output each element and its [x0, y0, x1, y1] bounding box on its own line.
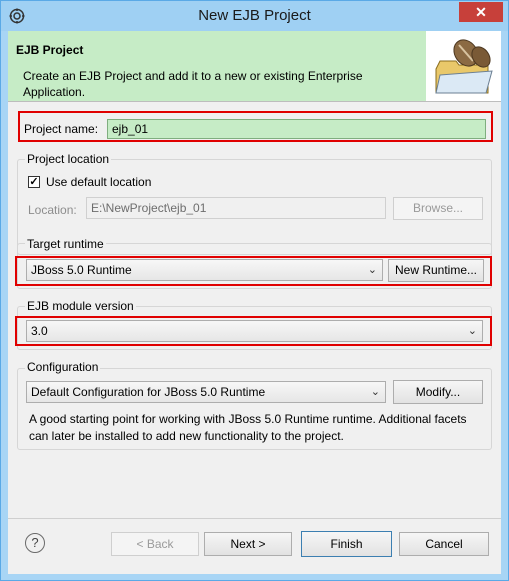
close-icon[interactable]: ✕ — [459, 2, 503, 22]
finish-button[interactable]: Finish — [301, 531, 392, 557]
configuration-selected-value: Default Configuration for JBoss 5.0 Runt… — [31, 385, 266, 399]
project-name-input[interactable]: ejb_01 — [107, 119, 486, 139]
new-runtime-button[interactable]: New Runtime... — [388, 259, 484, 282]
target-runtime-select[interactable]: JBoss 5.0 Runtime ⌄ — [26, 259, 383, 281]
location-label: Location: — [28, 203, 77, 217]
banner-title: EJB Project — [16, 43, 84, 57]
dialog-content: EJB Project Create an EJB Project and ad… — [8, 31, 501, 574]
browse-button[interactable]: Browse... — [393, 197, 483, 220]
project-location-legend: Project location — [25, 152, 112, 166]
footer-separator — [8, 518, 501, 519]
target-runtime-legend: Target runtime — [25, 237, 106, 251]
modify-button[interactable]: Modify... — [393, 380, 483, 404]
wizard-banner: EJB Project Create an EJB Project and ad… — [8, 31, 501, 102]
back-button[interactable]: < Back — [111, 532, 199, 556]
dialog-window: New EJB Project ✕ EJB Project Create an … — [0, 0, 509, 581]
configuration-select[interactable]: Default Configuration for JBoss 5.0 Runt… — [26, 381, 386, 403]
configuration-legend: Configuration — [25, 360, 101, 374]
chevron-down-icon: ⌄ — [467, 325, 477, 337]
location-input[interactable]: E:\NewProject\ejb_01 — [86, 197, 386, 219]
use-default-location-checkbox[interactable]: ✓ — [28, 176, 40, 188]
folder-with-bean-icon — [426, 31, 501, 101]
banner-description: Create an EJB Project and add it to a ne… — [23, 69, 363, 99]
ejb-module-version-selected-value: 3.0 — [31, 324, 48, 338]
use-default-location-label[interactable]: Use default location — [46, 175, 151, 189]
next-button[interactable]: Next > — [204, 532, 292, 556]
title-bar[interactable]: New EJB Project ✕ — [1, 1, 508, 31]
window-title: New EJB Project — [198, 7, 311, 24]
chevron-down-icon: ⌄ — [367, 264, 377, 276]
cancel-button[interactable]: Cancel — [399, 532, 489, 556]
ejb-module-version-select[interactable]: 3.0 ⌄ — [26, 320, 483, 342]
configuration-description: A good starting point for working with J… — [29, 412, 467, 443]
target-runtime-selected-value: JBoss 5.0 Runtime — [31, 263, 132, 277]
ejb-module-version-legend: EJB module version — [25, 299, 136, 313]
help-icon[interactable]: ? — [25, 533, 45, 553]
chevron-down-icon: ⌄ — [370, 386, 380, 398]
project-name-label: Project name: — [24, 122, 99, 136]
